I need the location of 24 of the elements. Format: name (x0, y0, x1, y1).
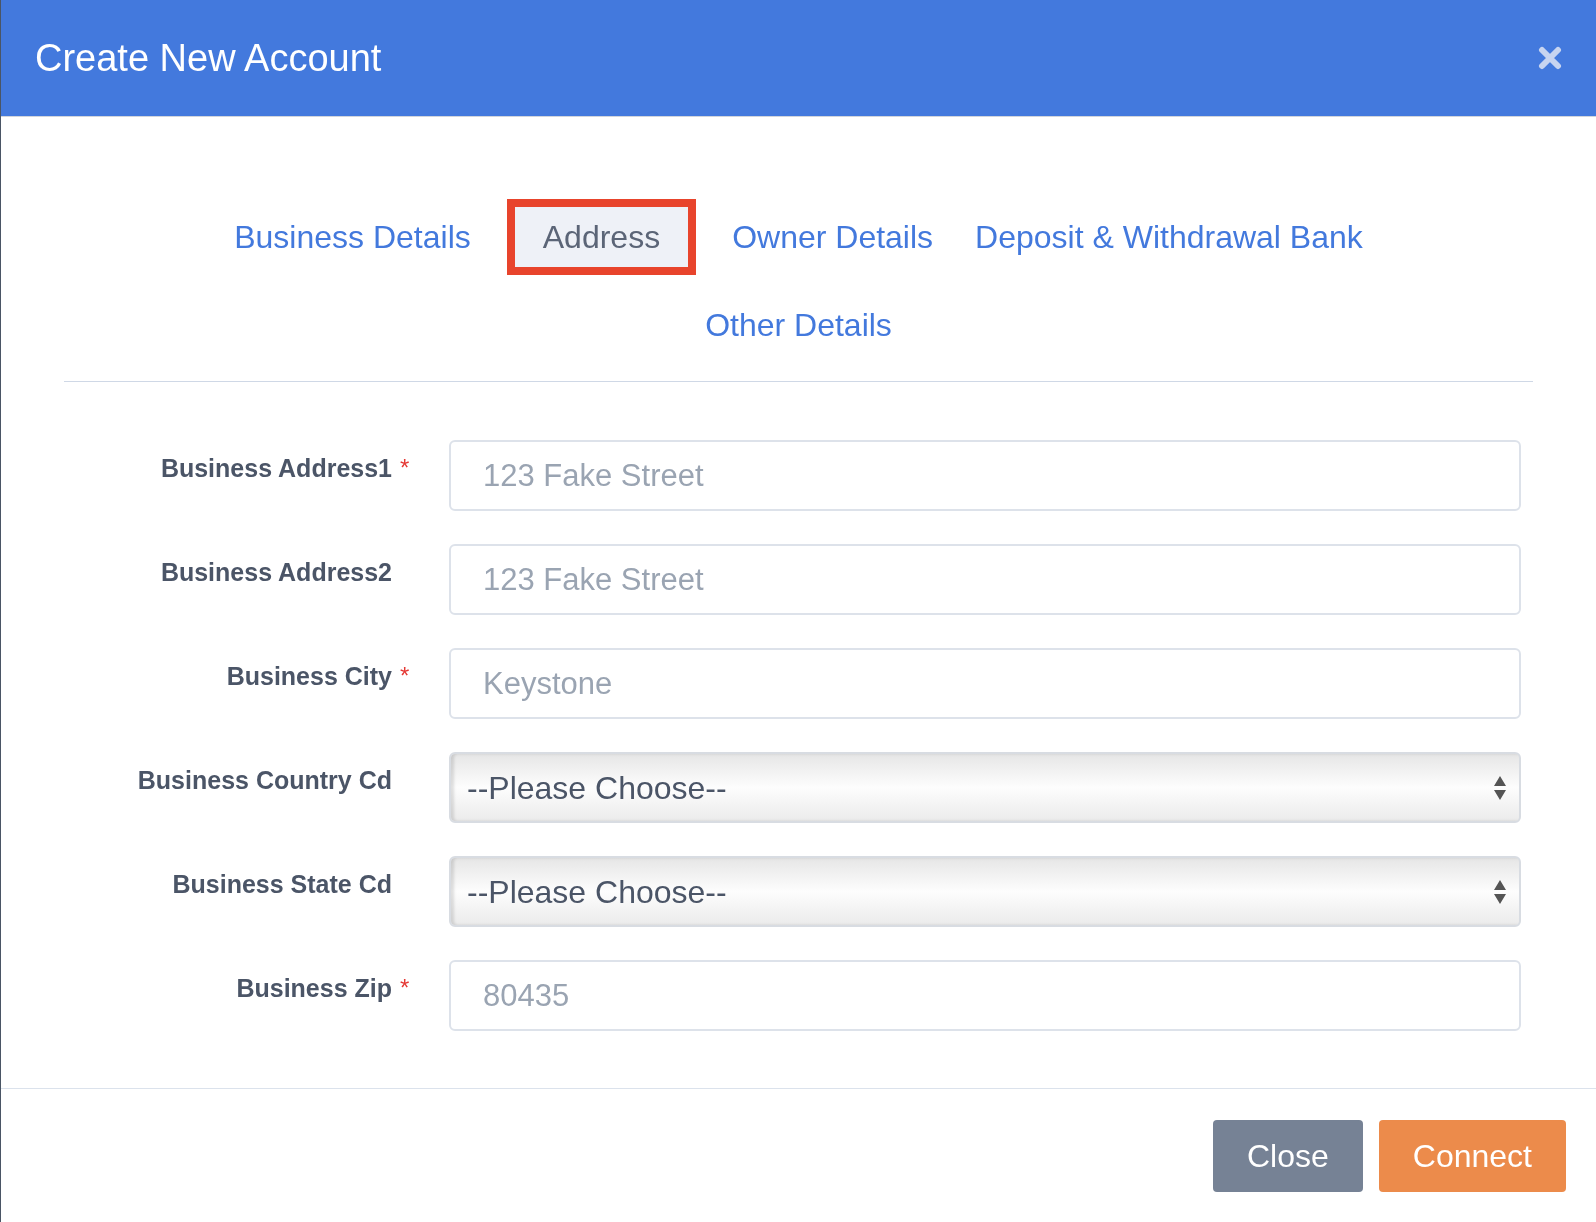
input-field[interactable]: 123 Fake Street (449, 544, 1521, 615)
field-label: Business City (226, 661, 392, 692)
input-field[interactable]: 80435 (449, 960, 1521, 1031)
input-field[interactable]: 123 Fake Street (449, 440, 1521, 511)
footer-button[interactable]: Connect (1378, 1119, 1566, 1192)
field-label: Business Zip (236, 973, 392, 1004)
tab[interactable]: Owner Details (726, 199, 940, 275)
close-icon[interactable] (1538, 46, 1562, 70)
field-label: Business Country Cd (137, 765, 392, 796)
required-mark: * (400, 973, 411, 1003)
tab[interactable]: Other Details (699, 287, 898, 363)
tab[interactable]: Address (506, 199, 697, 275)
window-title: Create New Account (35, 35, 382, 81)
field-label: Business Address1 (160, 453, 392, 484)
field-label: Business State Cd (172, 869, 392, 900)
field-label: Business Address2 (160, 557, 392, 588)
input-field[interactable]: Keystone (449, 648, 1521, 719)
required-mark: * (400, 661, 411, 691)
footer-button[interactable]: Close (1213, 1119, 1363, 1192)
tab[interactable]: Business Details (228, 199, 477, 275)
required-mark: * (400, 453, 411, 483)
tab[interactable]: Deposit & Withdrawal Bank (969, 199, 1369, 275)
dropdown[interactable]: --Please Choose-- (449, 752, 1521, 823)
dropdown[interactable]: --Please Choose-- (449, 856, 1521, 927)
